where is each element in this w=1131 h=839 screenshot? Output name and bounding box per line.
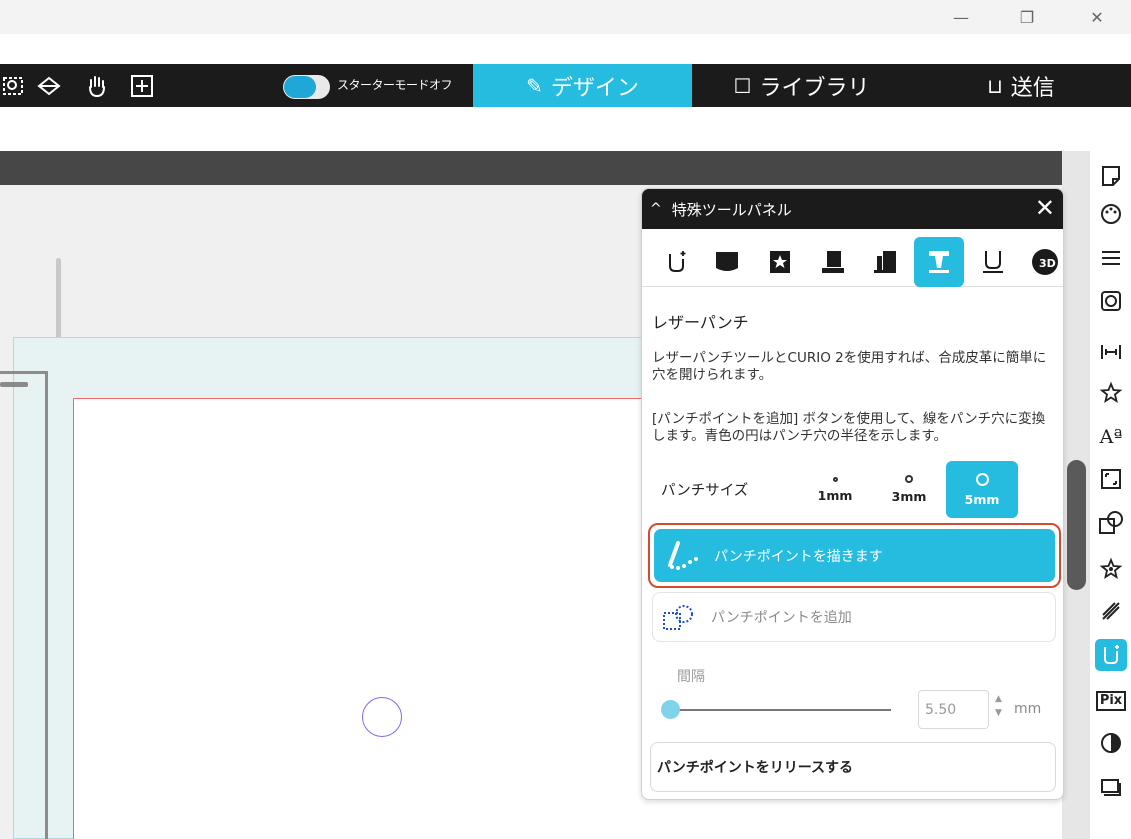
minimize-button[interactable]: —: [938, 0, 984, 34]
tab-design[interactable]: ✎ デザイン: [473, 64, 692, 107]
interval-unit: mm: [1014, 701, 1042, 717]
leather-punch-tool-icon[interactable]: [914, 237, 964, 287]
3d-tool-icon[interactable]: 3D: [1020, 237, 1063, 287]
panel-title: 特殊ツールパネル: [671, 200, 792, 219]
stamp-tool-icon[interactable]: [755, 237, 805, 287]
size-dot-icon: [832, 476, 838, 482]
size-option-5mm[interactable]: 5mm: [946, 461, 1018, 518]
size-option-3mm[interactable]: 3mm: [873, 461, 945, 518]
draw-punch-points-button[interactable]: パンチポイントを描きます: [654, 529, 1055, 582]
interval-slider[interactable]: [669, 709, 891, 711]
punch-radius-circle[interactable]: [362, 697, 402, 737]
size-label: 5mm: [964, 491, 1000, 507]
pixel-trace-icon[interactable]: Pix: [1095, 685, 1127, 717]
mat-handle: [0, 382, 28, 387]
tab-send[interactable]: ⊔ 送信: [911, 64, 1131, 107]
effects-icon[interactable]: [1095, 377, 1127, 409]
ruler-strip: [0, 151, 1062, 185]
tab-library[interactable]: ☐ ライブラリ: [692, 64, 911, 107]
panel-close-icon[interactable]: ✕: [1035, 195, 1055, 221]
title-bar: — ❐ ✕: [0, 0, 1131, 34]
view-icon[interactable]: [36, 73, 62, 99]
fit-icon[interactable]: [129, 73, 155, 99]
mat-frame: [0, 371, 48, 839]
special-tools-panel: ^ 特殊ツールパネル ✕ 3D レザーパンチ レザーパンチツールとCURIO 2…: [641, 188, 1064, 800]
transform-icon[interactable]: [1095, 463, 1127, 495]
palette-icon[interactable]: [1095, 198, 1127, 230]
etching-tool-icon[interactable]: [808, 237, 858, 287]
interval-label: 間隔: [677, 669, 705, 685]
punch-tool-icon[interactable]: [1095, 639, 1127, 671]
fill-icon[interactable]: [1095, 285, 1127, 317]
align-icon[interactable]: [1095, 336, 1127, 368]
size-label: 1mm: [817, 487, 853, 503]
library-panel-icon[interactable]: [1095, 771, 1127, 803]
starter-mode-label: スターターモードオフ: [337, 78, 453, 92]
size-dot-icon: [905, 475, 913, 483]
add-button-label: パンチポイントを追加: [711, 610, 852, 626]
release-punch-points-button[interactable]: パンチポイントをリリースする: [650, 742, 1056, 792]
replicate-icon[interactable]: [1095, 553, 1127, 585]
toggle-knob: [284, 76, 316, 98]
folder-icon: ☐: [733, 73, 752, 98]
page-icon[interactable]: [1095, 160, 1127, 192]
hand-icon[interactable]: [84, 73, 110, 99]
draw-button-highlight: パンチポイントを描きます: [648, 523, 1061, 588]
draw-button-label: パンチポイントを描きます: [714, 548, 883, 565]
send-icon: ⊔: [987, 73, 1003, 98]
svg-text:3D: 3D: [1039, 257, 1056, 270]
restore-button[interactable]: ❐: [1004, 0, 1050, 34]
close-window-button[interactable]: ✕: [1074, 0, 1120, 34]
offset-icon[interactable]: [1095, 595, 1127, 627]
modify-shapes-icon[interactable]: [1095, 507, 1127, 539]
punch-size-label: パンチサイズ: [661, 483, 749, 499]
tab-design-label: デザイン: [550, 75, 639, 101]
add-points-icon: [661, 603, 697, 639]
contrast-icon[interactable]: [1095, 727, 1127, 759]
multi-tool-icon[interactable]: [861, 237, 911, 287]
size-dot-icon: [975, 472, 989, 486]
zoom-selection-icon[interactable]: [0, 73, 26, 99]
punch-outline-icon[interactable]: [652, 237, 702, 287]
interval-slider-knob[interactable]: [661, 700, 680, 719]
right-toolbar: Aª Pix: [1091, 151, 1131, 839]
tool-selector-row: 3D: [642, 237, 1063, 287]
starter-mode-toggle[interactable]: [283, 75, 330, 99]
send-tool-icon[interactable]: [968, 237, 1018, 287]
interval-input[interactable]: 5.50: [918, 690, 989, 729]
size-option-1mm[interactable]: 1mm: [799, 461, 871, 518]
ruler-handle: [56, 258, 61, 348]
description-1: レザーパンチツールとCURIO 2を使用すれば、合成皮革に簡単に穴を開けられます…: [652, 350, 1047, 383]
size-label: 3mm: [891, 489, 927, 504]
add-punch-points-button[interactable]: パンチポイントを追加: [652, 592, 1056, 642]
description-2: [パンチポイントを追加] ボタンを使用して、線をパンチ穴に変換します。青色の円は…: [652, 411, 1046, 444]
emboss-tool-icon[interactable]: [702, 237, 752, 287]
tab-send-label: 送信: [1010, 75, 1055, 101]
line-style-icon[interactable]: [1095, 242, 1127, 274]
main-toolbar: スターターモードオフ ✎ デザイン ☐ ライブラリ ⊔ 送信: [0, 64, 1131, 107]
pen-dots-icon: [664, 537, 704, 577]
design-icon: ✎: [526, 73, 543, 98]
section-title: レザーパンチ: [652, 313, 749, 332]
tab-library-label: ライブラリ: [759, 75, 870, 101]
text-style-icon[interactable]: Aª: [1095, 421, 1127, 453]
scrollbar-thumb[interactable]: [1067, 460, 1086, 590]
interval-spinner[interactable]: ▲ ▼: [995, 692, 1002, 720]
panel-header: ^ 特殊ツールパネル ✕: [642, 189, 1063, 229]
collapse-chevron-icon[interactable]: ^: [650, 201, 662, 217]
